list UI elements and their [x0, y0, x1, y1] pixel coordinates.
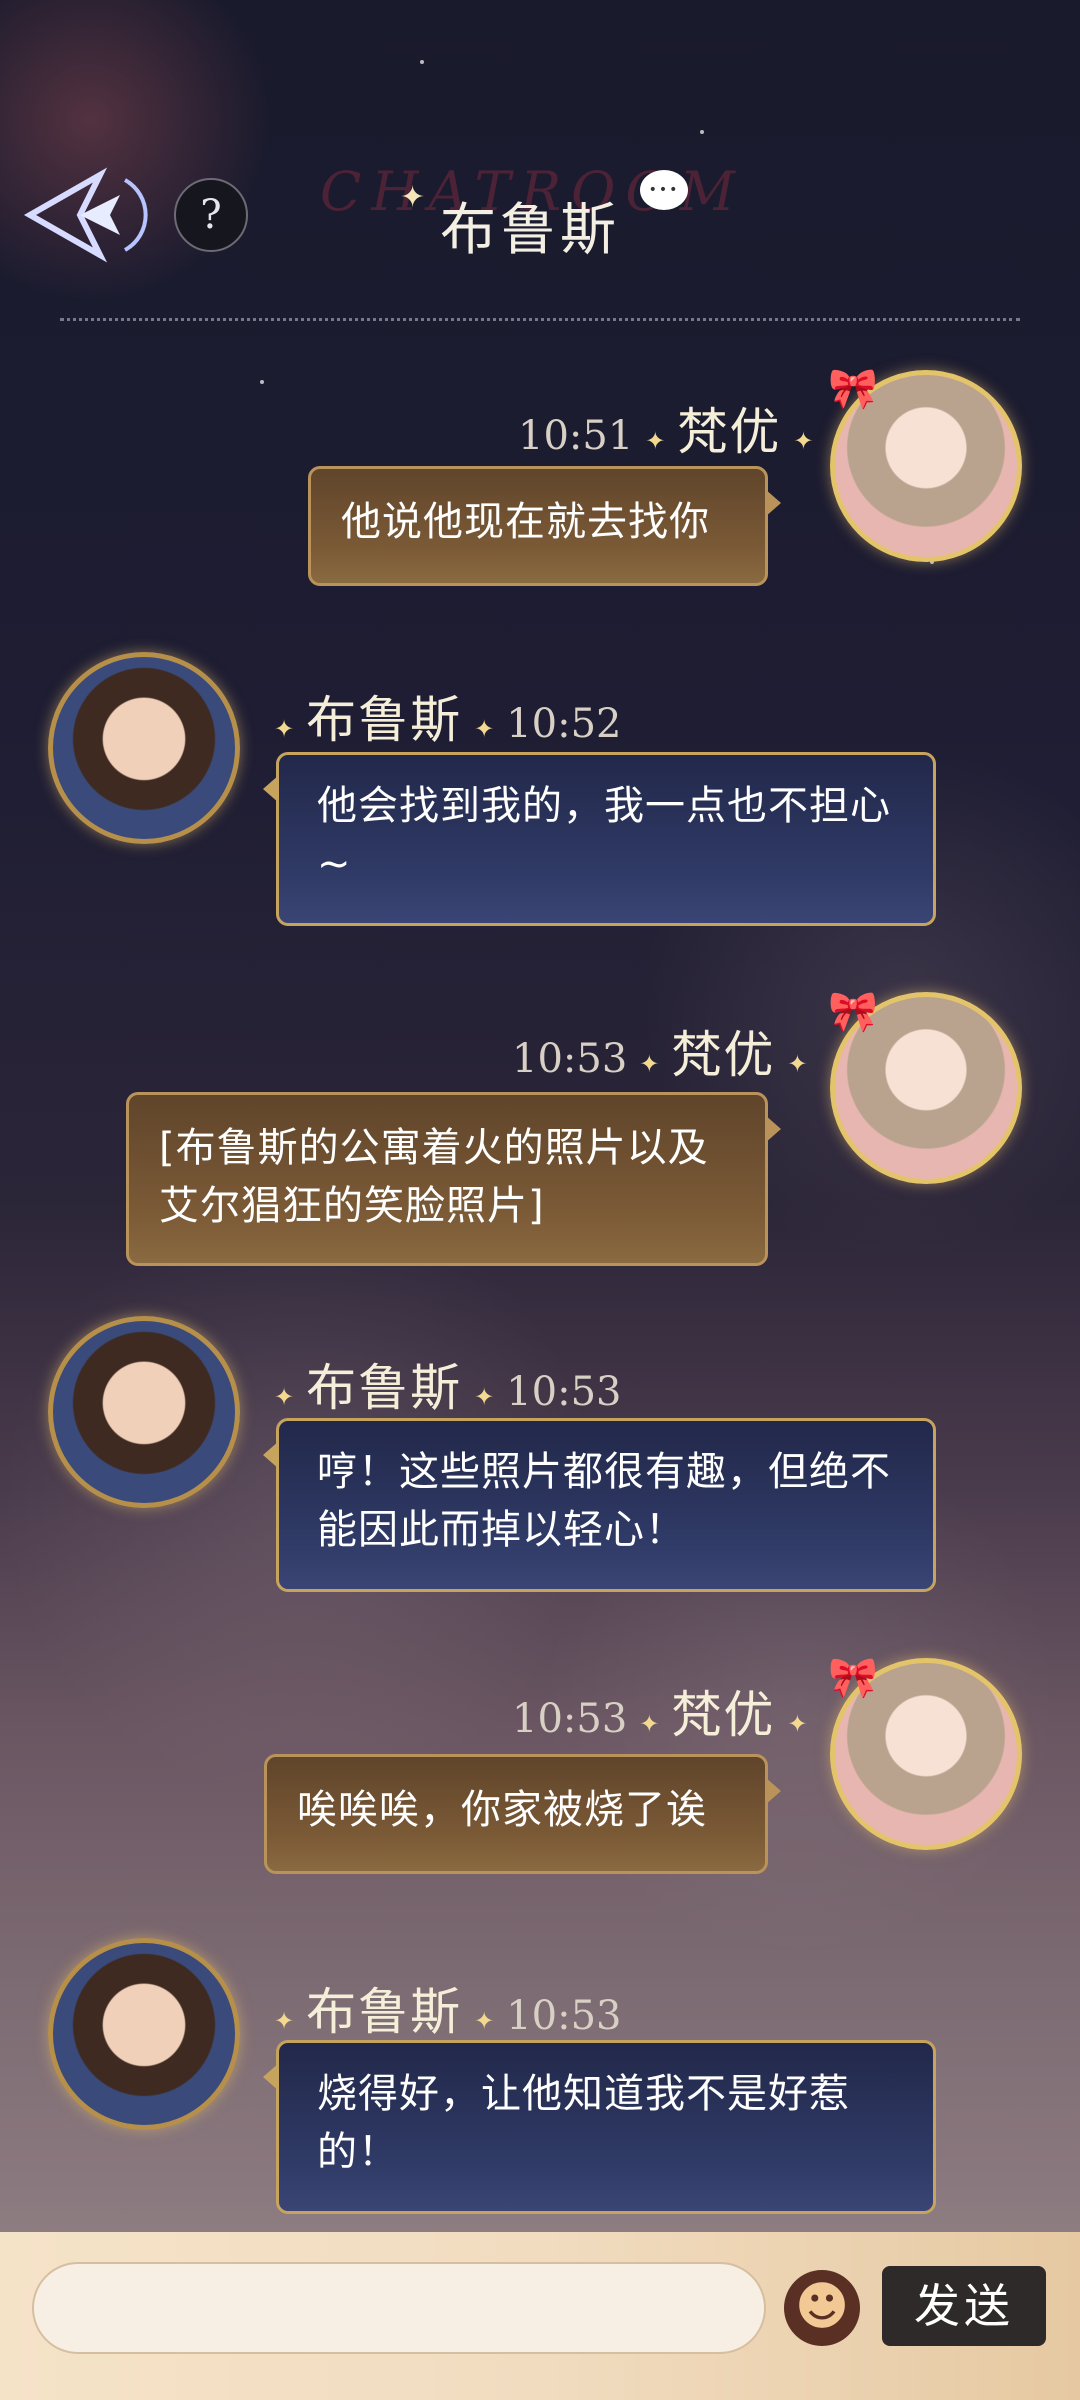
input-bar: ☻ 发送	[0, 2232, 1080, 2400]
sender-name: 布鲁斯	[306, 691, 463, 749]
chat-bubble-icon: •••	[640, 170, 688, 210]
sender-name: 梵优	[671, 1026, 776, 1084]
message-bubble[interactable]: 哼！这些照片都很有趣，但绝不能因此而掉以轻心！	[263, 1418, 936, 1592]
sender-name: 布鲁斯	[306, 1983, 463, 2041]
bow-icon: 🎀	[828, 366, 878, 412]
timestamp: 10:52	[506, 701, 622, 747]
bow-icon: 🎀	[828, 1655, 878, 1701]
message-meta: 10:51 ✦ 梵优 ✦	[518, 403, 814, 461]
bow-icon: 🎀	[828, 989, 878, 1035]
message-bubble[interactable]: 唉唉唉，你家被烧了诶	[264, 1754, 781, 1874]
message-input[interactable]	[32, 2262, 766, 2354]
star	[260, 380, 264, 384]
sender-name: 梵优	[671, 1686, 776, 1744]
header-divider	[60, 318, 1020, 321]
message-meta: 10:53 ✦ 梵优 ✦	[512, 1686, 808, 1744]
help-button[interactable]: ?	[174, 178, 248, 252]
send-button[interactable]: 发送	[882, 2266, 1046, 2346]
message-meta: ✦ 布鲁斯 ✦ 10:53	[274, 1983, 622, 2041]
message-meta: ✦ 布鲁斯 ✦ 10:52	[274, 691, 622, 749]
message-bubble[interactable]: 他说他现在就去找你	[308, 466, 781, 586]
message-bubble[interactable]: 烧得好，让他知道我不是好惹的！	[263, 2040, 936, 2214]
message-meta: 10:53 ✦ 梵优 ✦	[512, 1026, 808, 1084]
sparkle-icon: ✦	[400, 180, 426, 215]
timestamp: 10:53	[512, 1696, 628, 1742]
page-title: 布鲁斯	[440, 198, 620, 263]
sender-name: 布鲁斯	[306, 1359, 463, 1417]
avatar-bruce[interactable]	[48, 1316, 240, 1508]
star	[700, 130, 704, 134]
message-bubble[interactable]: 他会找到我的，我一点也不担心~	[263, 752, 936, 926]
avatar-bruce[interactable]	[48, 1938, 240, 2130]
star	[420, 60, 424, 64]
sender-name: 梵优	[677, 403, 782, 461]
avatar-bruce[interactable]	[48, 652, 240, 844]
back-button[interactable]	[20, 160, 160, 270]
timestamp: 10:53	[506, 1993, 622, 2039]
emoji-icon[interactable]: ☻	[784, 2270, 860, 2346]
timestamp: 10:53	[512, 1036, 628, 1082]
timestamp: 10:53	[506, 1369, 622, 1415]
message-bubble[interactable]: [布鲁斯的公寓着火的照片以及艾尔猖狂的笑脸照片]	[126, 1092, 781, 1266]
message-meta: ✦ 布鲁斯 ✦ 10:53	[274, 1359, 622, 1417]
timestamp: 10:51	[518, 413, 634, 459]
